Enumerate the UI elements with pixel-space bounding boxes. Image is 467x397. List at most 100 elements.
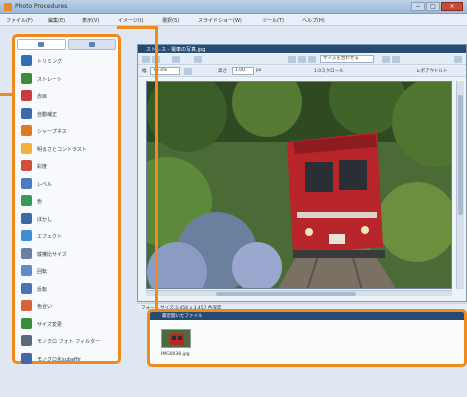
tool-label: ストレート — [37, 76, 63, 83]
menu-edit[interactable]: 編集(E) — [48, 17, 65, 24]
effect-icon — [21, 230, 32, 241]
tool-list: トリミングストレート赤目自動補正シャープネス明るさとコントラスト彩度レベル色ぼか… — [19, 53, 116, 368]
saturation-icon — [21, 160, 32, 171]
image-toolbar-bottom: 幅 76.4% 高さ 1.00 px 1.0スクロール レポアウトルト — [138, 66, 466, 77]
recent-files-panel: 最近開いたファイル IMG0038.jpg — [147, 309, 467, 367]
tool-item[interactable]: 自動補正 — [19, 106, 116, 124]
window-controls: − □ × — [411, 2, 463, 11]
tool-label: ぼかし — [37, 216, 53, 223]
tool-item[interactable]: モノクロ フォト フィルター — [19, 333, 116, 351]
zoom-out-icon[interactable] — [298, 56, 306, 63]
tool-item[interactable]: エフェクト — [19, 228, 116, 246]
tool-item[interactable]: ぼかし — [19, 211, 116, 229]
zoom-label: 幅 — [142, 69, 147, 74]
image-window: ストレス - 電車の写真.jpg サイズを合わせる 幅 76.4% 高さ 1.0… — [137, 44, 467, 302]
mono-convert-icon — [21, 352, 32, 364]
tool-item[interactable]: 赤目 — [19, 88, 116, 106]
recent-files-titlebar: 最近開いたファイル — [150, 312, 464, 320]
auto-fix-icon — [21, 107, 32, 119]
hand-icon[interactable] — [194, 56, 202, 63]
zoom-dropdown-icon[interactable] — [184, 68, 192, 75]
edit-icon — [38, 42, 45, 47]
menu-help[interactable]: ヘルプ(H) — [302, 17, 325, 24]
tool-item[interactable]: 色 — [19, 193, 116, 211]
resize-icon — [21, 247, 32, 259]
menu-view[interactable]: 表示(V) — [82, 17, 99, 24]
menu-tools[interactable]: ツール(T) — [262, 17, 284, 24]
tab-edit[interactable] — [17, 39, 66, 50]
tool-item[interactable]: 彩度 — [19, 158, 116, 176]
tool-item[interactable]: シャープネス — [19, 123, 116, 141]
tool-label: モノクロ フォト フィルター — [37, 339, 101, 345]
close-button[interactable]: × — [441, 2, 463, 11]
callout-line-vertical — [155, 26, 158, 296]
horizontal-scroll-thumb[interactable] — [216, 292, 356, 296]
tool-label: 色 — [37, 199, 43, 205]
tool-label: 色合い — [37, 304, 53, 310]
flip-icon — [21, 282, 32, 294]
tool-label: レベル — [37, 181, 53, 188]
tool-item[interactable]: 反転 — [19, 281, 116, 299]
tool-item[interactable]: モノクロ化subaffir — [19, 351, 116, 369]
color-icon — [21, 195, 32, 206]
palette-callout-line — [0, 93, 12, 96]
tool-palette: トリミングストレート赤目自動補正シャープネス明るさとコントラスト彩度レベル色ぼか… — [12, 34, 121, 364]
tool-label: 自動補正 — [37, 111, 58, 118]
height-label: 高さ — [218, 69, 227, 74]
position-field[interactable]: 1.00 — [232, 67, 254, 75]
app-logo-icon — [4, 3, 12, 11]
vertical-scrollbar[interactable] — [456, 81, 464, 289]
menu-file[interactable]: ファイル(F) — [6, 17, 33, 24]
brightness-icon — [21, 142, 32, 154]
recent-file-thumbnail[interactable] — [161, 329, 191, 348]
train-photo — [147, 82, 451, 288]
recent-file-name: IMG0038.jpg — [161, 352, 190, 357]
tool-label: 反転 — [37, 286, 48, 293]
tool-item[interactable]: トリミング — [19, 53, 116, 71]
menu-bar: ファイル(F) 編集(E) 表示(V) イメージ(I) 選択(S) スライドショ… — [0, 14, 467, 26]
tool-item[interactable]: レベル — [19, 176, 116, 194]
back-icon[interactable] — [142, 56, 150, 63]
tool-item[interactable]: 明るさとコントラスト — [19, 141, 116, 159]
tool-label: 彩度 — [37, 164, 48, 170]
menu-image[interactable]: イメージ(I) — [118, 17, 143, 24]
menu-select[interactable]: 選択(S) — [162, 17, 179, 24]
thumbnail-image — [162, 330, 190, 347]
tool-item[interactable]: 縦横比サイズ — [19, 246, 116, 264]
image-window-titlebar: ストレス - 電車の写真.jpg — [138, 45, 466, 53]
search-icon[interactable] — [308, 56, 316, 63]
crop-icon — [21, 55, 32, 66]
report-label[interactable]: レポアウトルト — [416, 68, 448, 74]
red-eye-icon — [21, 90, 32, 101]
tool-item[interactable]: サイズ変更 — [19, 316, 116, 334]
horizontal-scrollbar[interactable] — [146, 290, 452, 296]
tint-icon — [21, 300, 32, 311]
tool-label: サイズ変更 — [37, 321, 62, 328]
zoom-in-icon[interactable] — [288, 56, 296, 63]
tool-label: トリミング — [37, 59, 63, 65]
tool-label: シャープネス — [37, 129, 67, 135]
tool-item[interactable]: 回転 — [19, 263, 116, 281]
tool-label: 回転 — [37, 269, 48, 275]
rotate-right-icon[interactable] — [392, 56, 400, 63]
tool-item[interactable]: ストレート — [19, 71, 116, 89]
tool-label: 縦横比サイズ — [37, 251, 67, 258]
minimize-button[interactable]: − — [411, 2, 425, 11]
tab-browse[interactable] — [67, 39, 116, 50]
maximize-button[interactable]: □ — [426, 2, 440, 11]
mono-filter-icon — [21, 335, 32, 346]
vertical-scroll-thumb[interactable] — [458, 95, 463, 215]
callout-line-connector — [155, 293, 158, 311]
image-toolbar-top: サイズを合わせる — [138, 54, 466, 65]
rotate-left-icon[interactable] — [382, 56, 390, 63]
tool-item[interactable]: 色合い — [19, 298, 116, 316]
window-title: Photo Procedures — [15, 3, 68, 10]
photo-canvas[interactable] — [146, 81, 452, 289]
zoom-mode-select[interactable]: サイズを合わせる — [320, 55, 374, 63]
fit-icon[interactable] — [172, 56, 180, 63]
app-window: Photo Procedures − □ × ファイル(F) 編集(E) 表示(… — [0, 0, 467, 397]
menu-slideshow[interactable]: スライドショー(W) — [198, 17, 242, 24]
help-icon[interactable] — [454, 56, 462, 63]
blur-icon — [21, 212, 32, 224]
scroll-label: 1.0スクロール — [314, 69, 344, 74]
